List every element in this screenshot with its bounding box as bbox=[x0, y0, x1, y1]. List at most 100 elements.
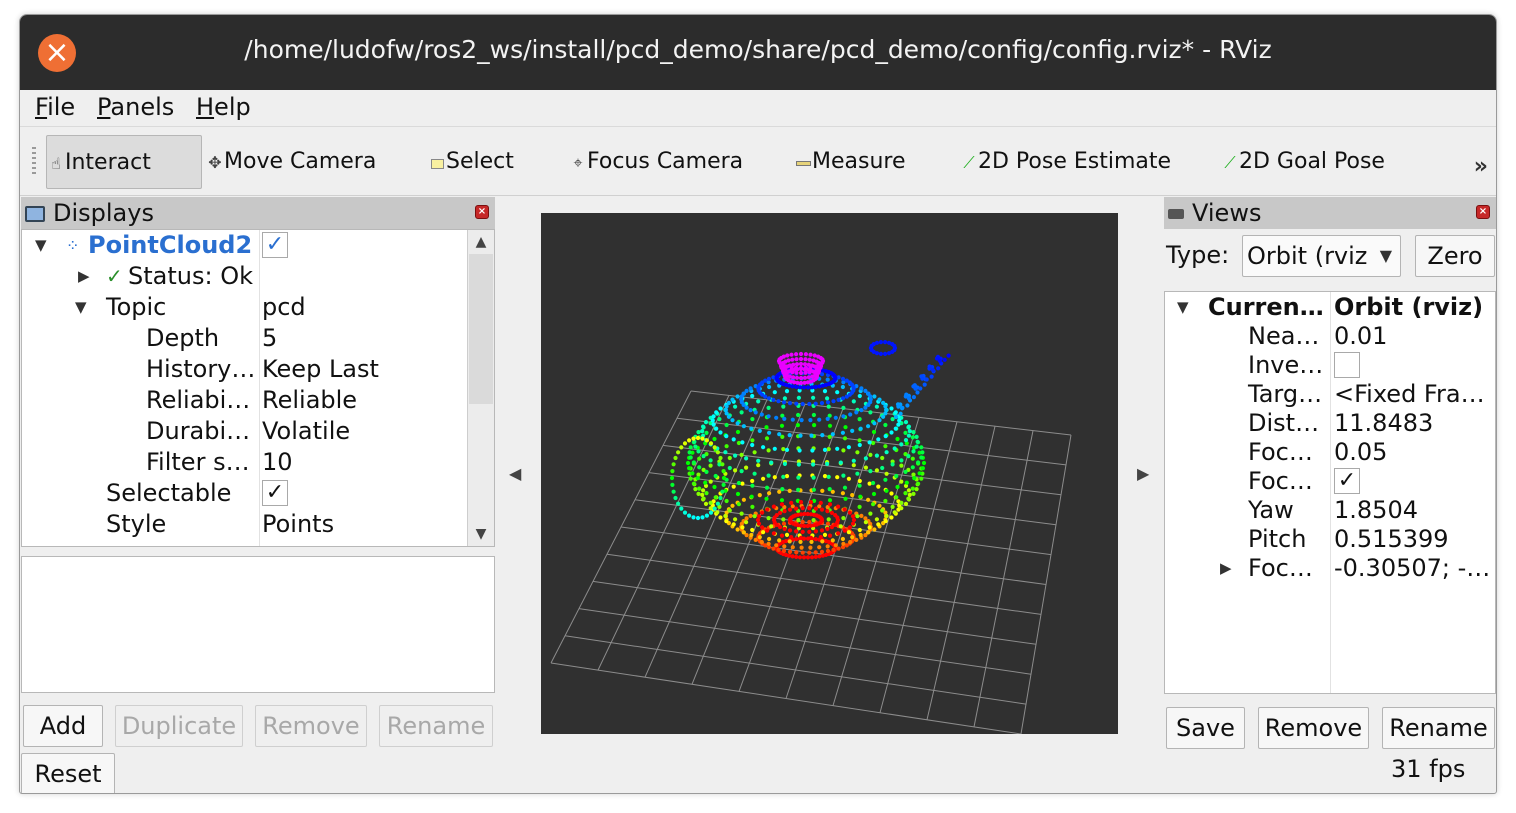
camera-icon bbox=[1168, 209, 1184, 219]
view-property-value[interactable]: 0.515399 bbox=[1334, 524, 1449, 555]
green-arrow-icon: ⟋ bbox=[1224, 153, 1236, 172]
displays-scrollbar[interactable]: ▲ ▼ bbox=[467, 230, 494, 546]
dropdown-arrow-icon: ▼ bbox=[1379, 246, 1392, 265]
view-row-yaw[interactable]: Yaw 1.8504 bbox=[1165, 495, 1495, 526]
scroll-down-icon[interactable]: ▼ bbox=[468, 522, 494, 546]
display-row-selectable[interactable]: Selectable ✓ bbox=[22, 478, 468, 509]
display-row-style[interactable]: Style Points bbox=[22, 509, 468, 540]
display-row-status[interactable]: ▶ ✓ Status: Ok bbox=[22, 261, 468, 292]
green-arrow-icon: ⟋ bbox=[963, 153, 975, 172]
display-row-reliability[interactable]: Reliabi… Reliable bbox=[22, 385, 468, 416]
scrollbar-thumb[interactable] bbox=[469, 254, 493, 404]
render-viewport[interactable] bbox=[541, 213, 1118, 734]
collapse-arrow-icon[interactable]: ▼ bbox=[1177, 292, 1189, 323]
menu-panels-label: anels bbox=[110, 93, 175, 121]
displays-panel-header: Displays × bbox=[21, 197, 495, 229]
add-button[interactable]: Add bbox=[23, 705, 103, 747]
property-value[interactable]: 10 bbox=[262, 447, 293, 478]
select-box-icon bbox=[428, 136, 446, 190]
tool-measure[interactable]: Measure bbox=[794, 135, 906, 189]
menu-help[interactable]: Help bbox=[196, 93, 251, 121]
toolbar-overflow-chevron[interactable]: » bbox=[1474, 154, 1488, 179]
view-row-invert[interactable]: Inve… bbox=[1165, 350, 1495, 381]
property-value[interactable]: pcd bbox=[262, 292, 306, 323]
property-value[interactable]: Volatile bbox=[262, 416, 350, 447]
view-row-near-clip[interactable]: Nea… 0.01 bbox=[1165, 321, 1495, 352]
tool-select-label: Select bbox=[446, 149, 514, 174]
tool-measure-label: Measure bbox=[812, 149, 906, 174]
remove-view-button[interactable]: Remove bbox=[1258, 707, 1369, 749]
rename-display-button[interactable]: Rename bbox=[379, 705, 493, 747]
view-property-value[interactable]: 11.8483 bbox=[1334, 408, 1433, 439]
rviz-window: × /home/ludofw/ros2_ws/install/pcd_demo/… bbox=[19, 14, 1497, 794]
view-row-pitch[interactable]: Pitch 0.515399 bbox=[1165, 524, 1495, 555]
point-cloud-scene[interactable] bbox=[541, 213, 1118, 734]
focus-target-icon: ⌖ bbox=[573, 153, 583, 172]
tools-toolbar: ☝ Interact ✥ Move Camera Select ⌖ Focus Cam… bbox=[20, 126, 1496, 196]
property-name: Style bbox=[106, 510, 167, 538]
view-property-value[interactable]: 0.05 bbox=[1334, 437, 1387, 468]
expand-arrow-icon[interactable]: ▶ bbox=[78, 261, 90, 292]
display-row-depth[interactable]: Depth 5 bbox=[22, 323, 468, 354]
property-value[interactable]: Points bbox=[262, 509, 334, 540]
rename-view-button[interactable]: Rename bbox=[1382, 707, 1495, 749]
monitor-icon bbox=[25, 206, 45, 222]
property-value[interactable]: 5 bbox=[262, 323, 277, 354]
view-row-focal-point[interactable]: ▶ Foc… -0.30507; -… bbox=[1165, 553, 1495, 584]
views-close-icon[interactable]: × bbox=[1476, 205, 1490, 219]
display-row-durability[interactable]: Durabi… Volatile bbox=[22, 416, 468, 447]
property-name: Depth bbox=[146, 324, 220, 352]
duplicate-button[interactable]: Duplicate bbox=[115, 705, 243, 747]
tool-move-camera[interactable]: ✥ Move Camera bbox=[206, 135, 376, 189]
focal-fixed-checkbox[interactable]: ✓ bbox=[1334, 468, 1360, 494]
tool-select[interactable]: Select bbox=[428, 135, 514, 189]
view-property-value[interactable]: <Fixed Fra… bbox=[1334, 379, 1485, 410]
display-row-pointcloud2[interactable]: ▼ ⁘ PointCloud2 ✓ bbox=[22, 230, 468, 261]
view-type-select[interactable]: Orbit (rviz ▼ bbox=[1242, 235, 1401, 277]
property-name: Selectable bbox=[106, 479, 232, 507]
view-property-value[interactable]: 0.01 bbox=[1334, 321, 1387, 352]
collapse-arrow-icon[interactable]: ▼ bbox=[75, 292, 87, 323]
menu-help-accel: H bbox=[196, 93, 215, 121]
tool-2d-pose-estimate[interactable]: ⟋ 2D Pose Estimate bbox=[960, 135, 1171, 189]
view-property-value[interactable]: 1.8504 bbox=[1334, 495, 1418, 526]
tool-2d-goal-pose-label: 2D Goal Pose bbox=[1239, 149, 1385, 174]
display-row-history[interactable]: History… Keep Last bbox=[22, 354, 468, 385]
displays-close-icon[interactable]: × bbox=[475, 205, 489, 219]
save-view-button[interactable]: Save bbox=[1166, 707, 1245, 749]
property-name: Filter s… bbox=[146, 448, 250, 476]
invert-checkbox[interactable] bbox=[1334, 352, 1360, 378]
display-row-topic[interactable]: ▼ Topic pcd bbox=[22, 292, 468, 323]
tool-interact[interactable]: ☝ Interact bbox=[46, 135, 202, 189]
view-row-distance[interactable]: Dist… 11.8483 bbox=[1165, 408, 1495, 439]
tool-2d-pose-estimate-label: 2D Pose Estimate bbox=[978, 149, 1172, 174]
tool-interact-label: Interact bbox=[65, 150, 151, 175]
display-row-filter-size[interactable]: Filter s… 10 bbox=[22, 447, 468, 478]
scroll-up-icon[interactable]: ▲ bbox=[468, 230, 494, 254]
collapse-left-dock-icon[interactable]: ◀ bbox=[509, 464, 521, 483]
window-title: /home/ludofw/ros2_ws/install/pcd_demo/sh… bbox=[244, 35, 1272, 64]
remove-display-button[interactable]: Remove bbox=[255, 705, 367, 747]
toolbar-grip-handle[interactable] bbox=[32, 147, 36, 177]
collapse-right-dock-icon[interactable]: ▶ bbox=[1137, 464, 1149, 483]
ruler-icon bbox=[794, 136, 812, 190]
zero-button[interactable]: Zero bbox=[1415, 235, 1495, 277]
view-row-focal-shape-size[interactable]: Foc… 0.05 bbox=[1165, 437, 1495, 468]
view-row-current[interactable]: ▼ Curren… Orbit (rviz) bbox=[1165, 292, 1495, 323]
view-property-value[interactable]: -0.30507; -… bbox=[1334, 553, 1490, 584]
selectable-checkbox[interactable]: ✓ bbox=[262, 480, 288, 506]
reset-button[interactable]: Reset bbox=[21, 753, 115, 793]
tool-2d-goal-pose[interactable]: ⟋ 2D Goal Pose bbox=[1221, 135, 1385, 189]
view-property-name: Pitch bbox=[1248, 525, 1307, 553]
collapse-arrow-icon[interactable]: ▼ bbox=[35, 230, 47, 261]
expand-arrow-icon[interactable]: ▶ bbox=[1220, 553, 1232, 584]
menu-file[interactable]: File bbox=[35, 93, 75, 121]
property-value[interactable]: Reliable bbox=[262, 385, 357, 416]
property-value[interactable]: Keep Last bbox=[262, 354, 379, 385]
menu-panels[interactable]: Panels bbox=[97, 93, 174, 121]
view-row-target-frame[interactable]: Targ… <Fixed Fra… bbox=[1165, 379, 1495, 410]
display-enabled-checkbox[interactable]: ✓ bbox=[262, 232, 288, 258]
view-row-focal-shape-fixed[interactable]: Foc… ✓ bbox=[1165, 466, 1495, 497]
tool-focus-camera-label: Focus Camera bbox=[587, 149, 744, 174]
tool-focus-camera[interactable]: ⌖ Focus Camera bbox=[569, 135, 743, 189]
